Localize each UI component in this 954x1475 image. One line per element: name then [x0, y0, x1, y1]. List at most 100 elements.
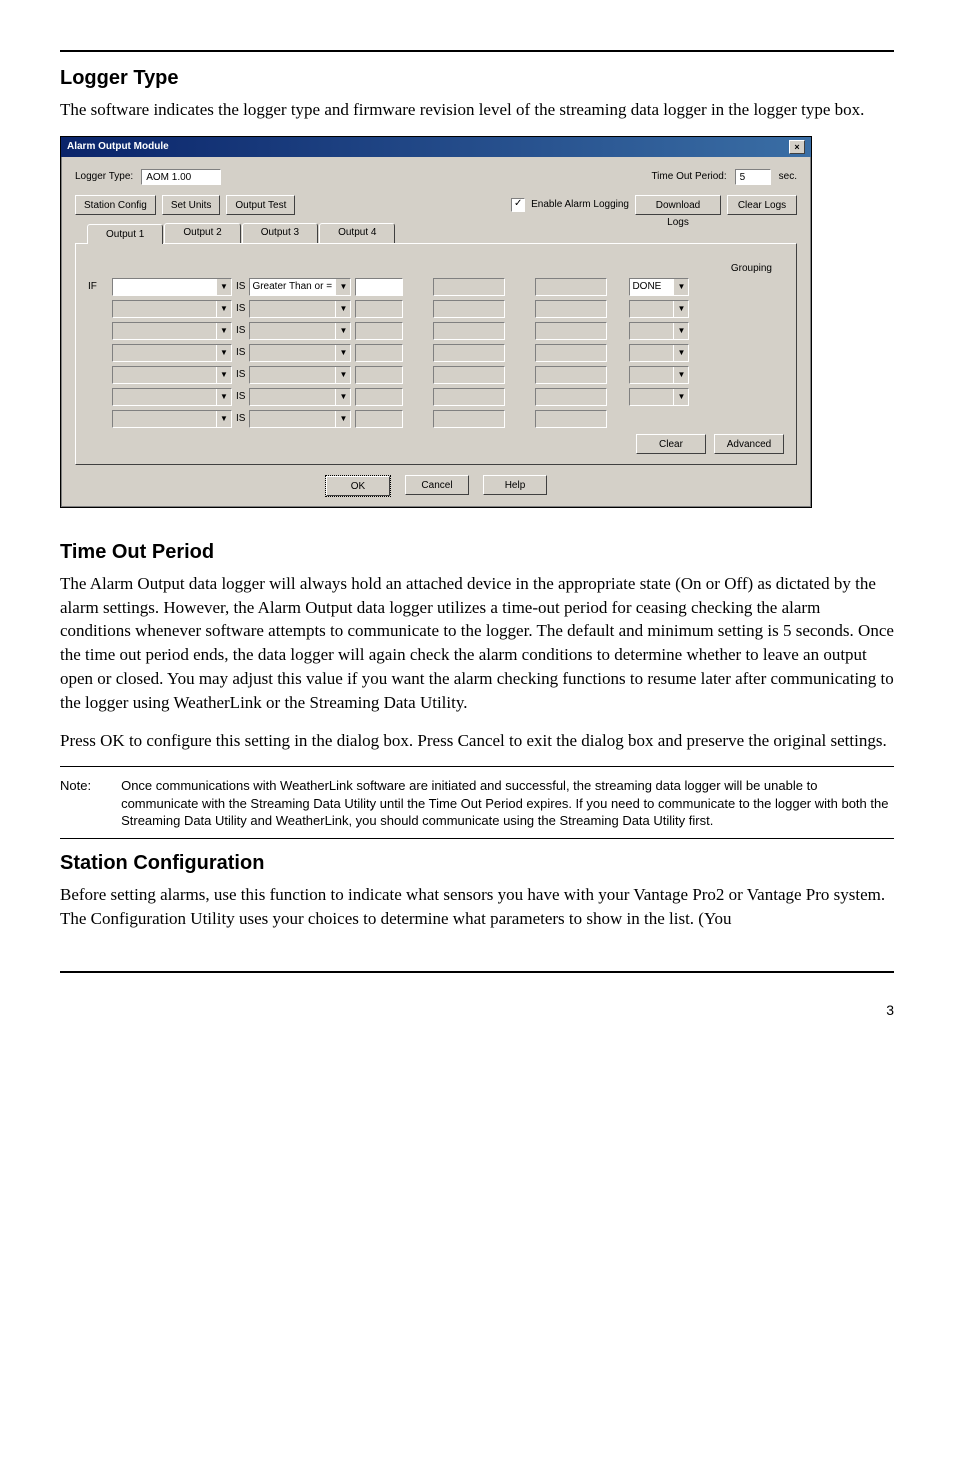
chevron-down-icon: ▼	[673, 389, 688, 405]
comparator-dropdown: ▼	[249, 322, 351, 340]
param-dropdown[interactable]: ▼	[112, 278, 232, 296]
param-dropdown: ▼	[112, 322, 232, 340]
logger-type-label: Logger Type:	[75, 170, 133, 184]
clear-button[interactable]: Clear	[636, 434, 706, 454]
param-dropdown: ▼	[112, 300, 232, 318]
para-station-config: Before setting alarms, use this function…	[60, 883, 894, 931]
threshold-input[interactable]	[355, 278, 403, 296]
chevron-down-icon: ▼	[216, 389, 231, 405]
comparator-dropdown[interactable]: Greater Than or =▼	[249, 278, 351, 296]
comparator-dropdown: ▼	[249, 344, 351, 362]
is-label: IS	[236, 412, 245, 426]
condition-row: IF ▼ IS Greater Than or =▼ DONE▼	[88, 278, 784, 296]
para-logger-type: The software indicates the logger type a…	[60, 98, 894, 122]
para-timeout-2: Press OK to configure this setting in th…	[60, 729, 894, 753]
heading-logger-type: Logger Type	[60, 64, 894, 92]
dialog-alarm-output-module: Alarm Output Module × Logger Type: AOM 1…	[60, 136, 812, 508]
help-button[interactable]: Help	[483, 475, 547, 495]
comparator-dropdown: ▼	[249, 410, 351, 428]
condition-row: ▼ IS ▼ ▼	[88, 366, 784, 384]
output-test-button[interactable]: Output Test	[226, 195, 295, 215]
param-dropdown: ▼	[112, 388, 232, 406]
param-dropdown: ▼	[112, 410, 232, 428]
threshold-input	[355, 300, 403, 318]
status-field	[535, 388, 607, 406]
chevron-down-icon: ▼	[673, 279, 688, 295]
enable-alarm-logging-label: Enable Alarm Logging	[531, 198, 629, 212]
tab-pane-output-1: Grouping IF ▼ IS Greater Than or =▼ DONE…	[75, 243, 797, 465]
tab-output-3[interactable]: Output 3	[242, 223, 318, 243]
if-label: IF	[88, 280, 108, 294]
chevron-down-icon: ▼	[335, 345, 350, 361]
heading-station-config: Station Configuration	[60, 849, 894, 877]
ok-button[interactable]: OK	[326, 476, 390, 496]
is-label: IS	[236, 368, 245, 382]
timeout-field[interactable]: 5	[735, 169, 771, 185]
grouping-dropdown: ▼	[629, 388, 689, 406]
threshold-input	[355, 410, 403, 428]
status-field	[433, 278, 505, 296]
threshold-input	[355, 366, 403, 384]
is-label: IS	[236, 346, 245, 360]
chevron-down-icon: ▼	[216, 367, 231, 383]
status-field	[535, 410, 607, 428]
comparator-dropdown: ▼	[249, 388, 351, 406]
status-field	[433, 410, 505, 428]
set-units-button[interactable]: Set Units	[162, 195, 221, 215]
chevron-down-icon: ▼	[216, 301, 231, 317]
grouping-dropdown: ▼	[629, 300, 689, 318]
page-number: 3	[60, 1001, 894, 1021]
close-icon[interactable]: ×	[789, 140, 805, 154]
clear-logs-button[interactable]: Clear Logs	[727, 195, 797, 215]
chevron-down-icon: ▼	[673, 345, 688, 361]
grouping-dropdown: ▼	[629, 366, 689, 384]
chevron-down-icon: ▼	[335, 323, 350, 339]
is-label: IS	[236, 324, 245, 338]
note-label: Note:	[60, 777, 91, 830]
status-field	[535, 300, 607, 318]
status-field	[535, 278, 607, 296]
chevron-down-icon: ▼	[335, 279, 350, 295]
tab-output-1[interactable]: Output 1	[87, 224, 163, 244]
download-logs-button[interactable]: Download Logs	[635, 195, 721, 215]
chevron-down-icon: ▼	[335, 389, 350, 405]
comparator-dropdown: ▼	[249, 300, 351, 318]
tab-output-2[interactable]: Output 2	[164, 223, 240, 243]
comparator-dropdown: ▼	[249, 366, 351, 384]
chevron-down-icon: ▼	[335, 367, 350, 383]
threshold-input	[355, 344, 403, 362]
output-tabs: Output 1 Output 2 Output 3 Output 4	[87, 223, 797, 243]
chevron-down-icon: ▼	[673, 323, 688, 339]
para-timeout-1: The Alarm Output data logger will always…	[60, 572, 894, 715]
timeout-label: Time Out Period:	[651, 170, 726, 184]
condition-row: ▼ IS ▼ ▼	[88, 300, 784, 318]
grouping-dropdown: ▼	[629, 322, 689, 340]
condition-row: ▼IS▼▼	[88, 344, 784, 362]
grouping-dropdown: ▼	[629, 344, 689, 362]
note-text: Once communications with WeatherLink sof…	[121, 777, 894, 830]
enable-alarm-logging-checkbox[interactable]: ✓	[511, 198, 525, 212]
grouping-label: Grouping	[88, 262, 784, 276]
chevron-down-icon: ▼	[673, 367, 688, 383]
tab-output-4[interactable]: Output 4	[319, 223, 395, 243]
logger-type-field: AOM 1.00	[141, 169, 221, 185]
status-field	[433, 388, 505, 406]
condition-row: ▼ IS ▼ ▼	[88, 388, 784, 406]
cancel-button[interactable]: Cancel	[405, 475, 469, 495]
dialog-titlebar[interactable]: Alarm Output Module ×	[61, 137, 811, 157]
timeout-unit: sec.	[779, 170, 797, 184]
dialog-title: Alarm Output Module	[67, 140, 169, 154]
is-label: IS	[236, 390, 245, 404]
is-label: IS	[236, 302, 245, 316]
station-config-button[interactable]: Station Config	[75, 195, 156, 215]
chevron-down-icon: ▼	[216, 411, 231, 427]
status-field	[433, 322, 505, 340]
advanced-button[interactable]: Advanced	[714, 434, 784, 454]
heading-timeout: Time Out Period	[60, 538, 894, 566]
status-field	[535, 366, 607, 384]
status-field	[535, 344, 607, 362]
grouping-dropdown[interactable]: DONE▼	[629, 278, 689, 296]
param-dropdown: ▼	[112, 366, 232, 384]
ok-button-focus: OK	[325, 475, 391, 497]
chevron-down-icon: ▼	[335, 411, 350, 427]
